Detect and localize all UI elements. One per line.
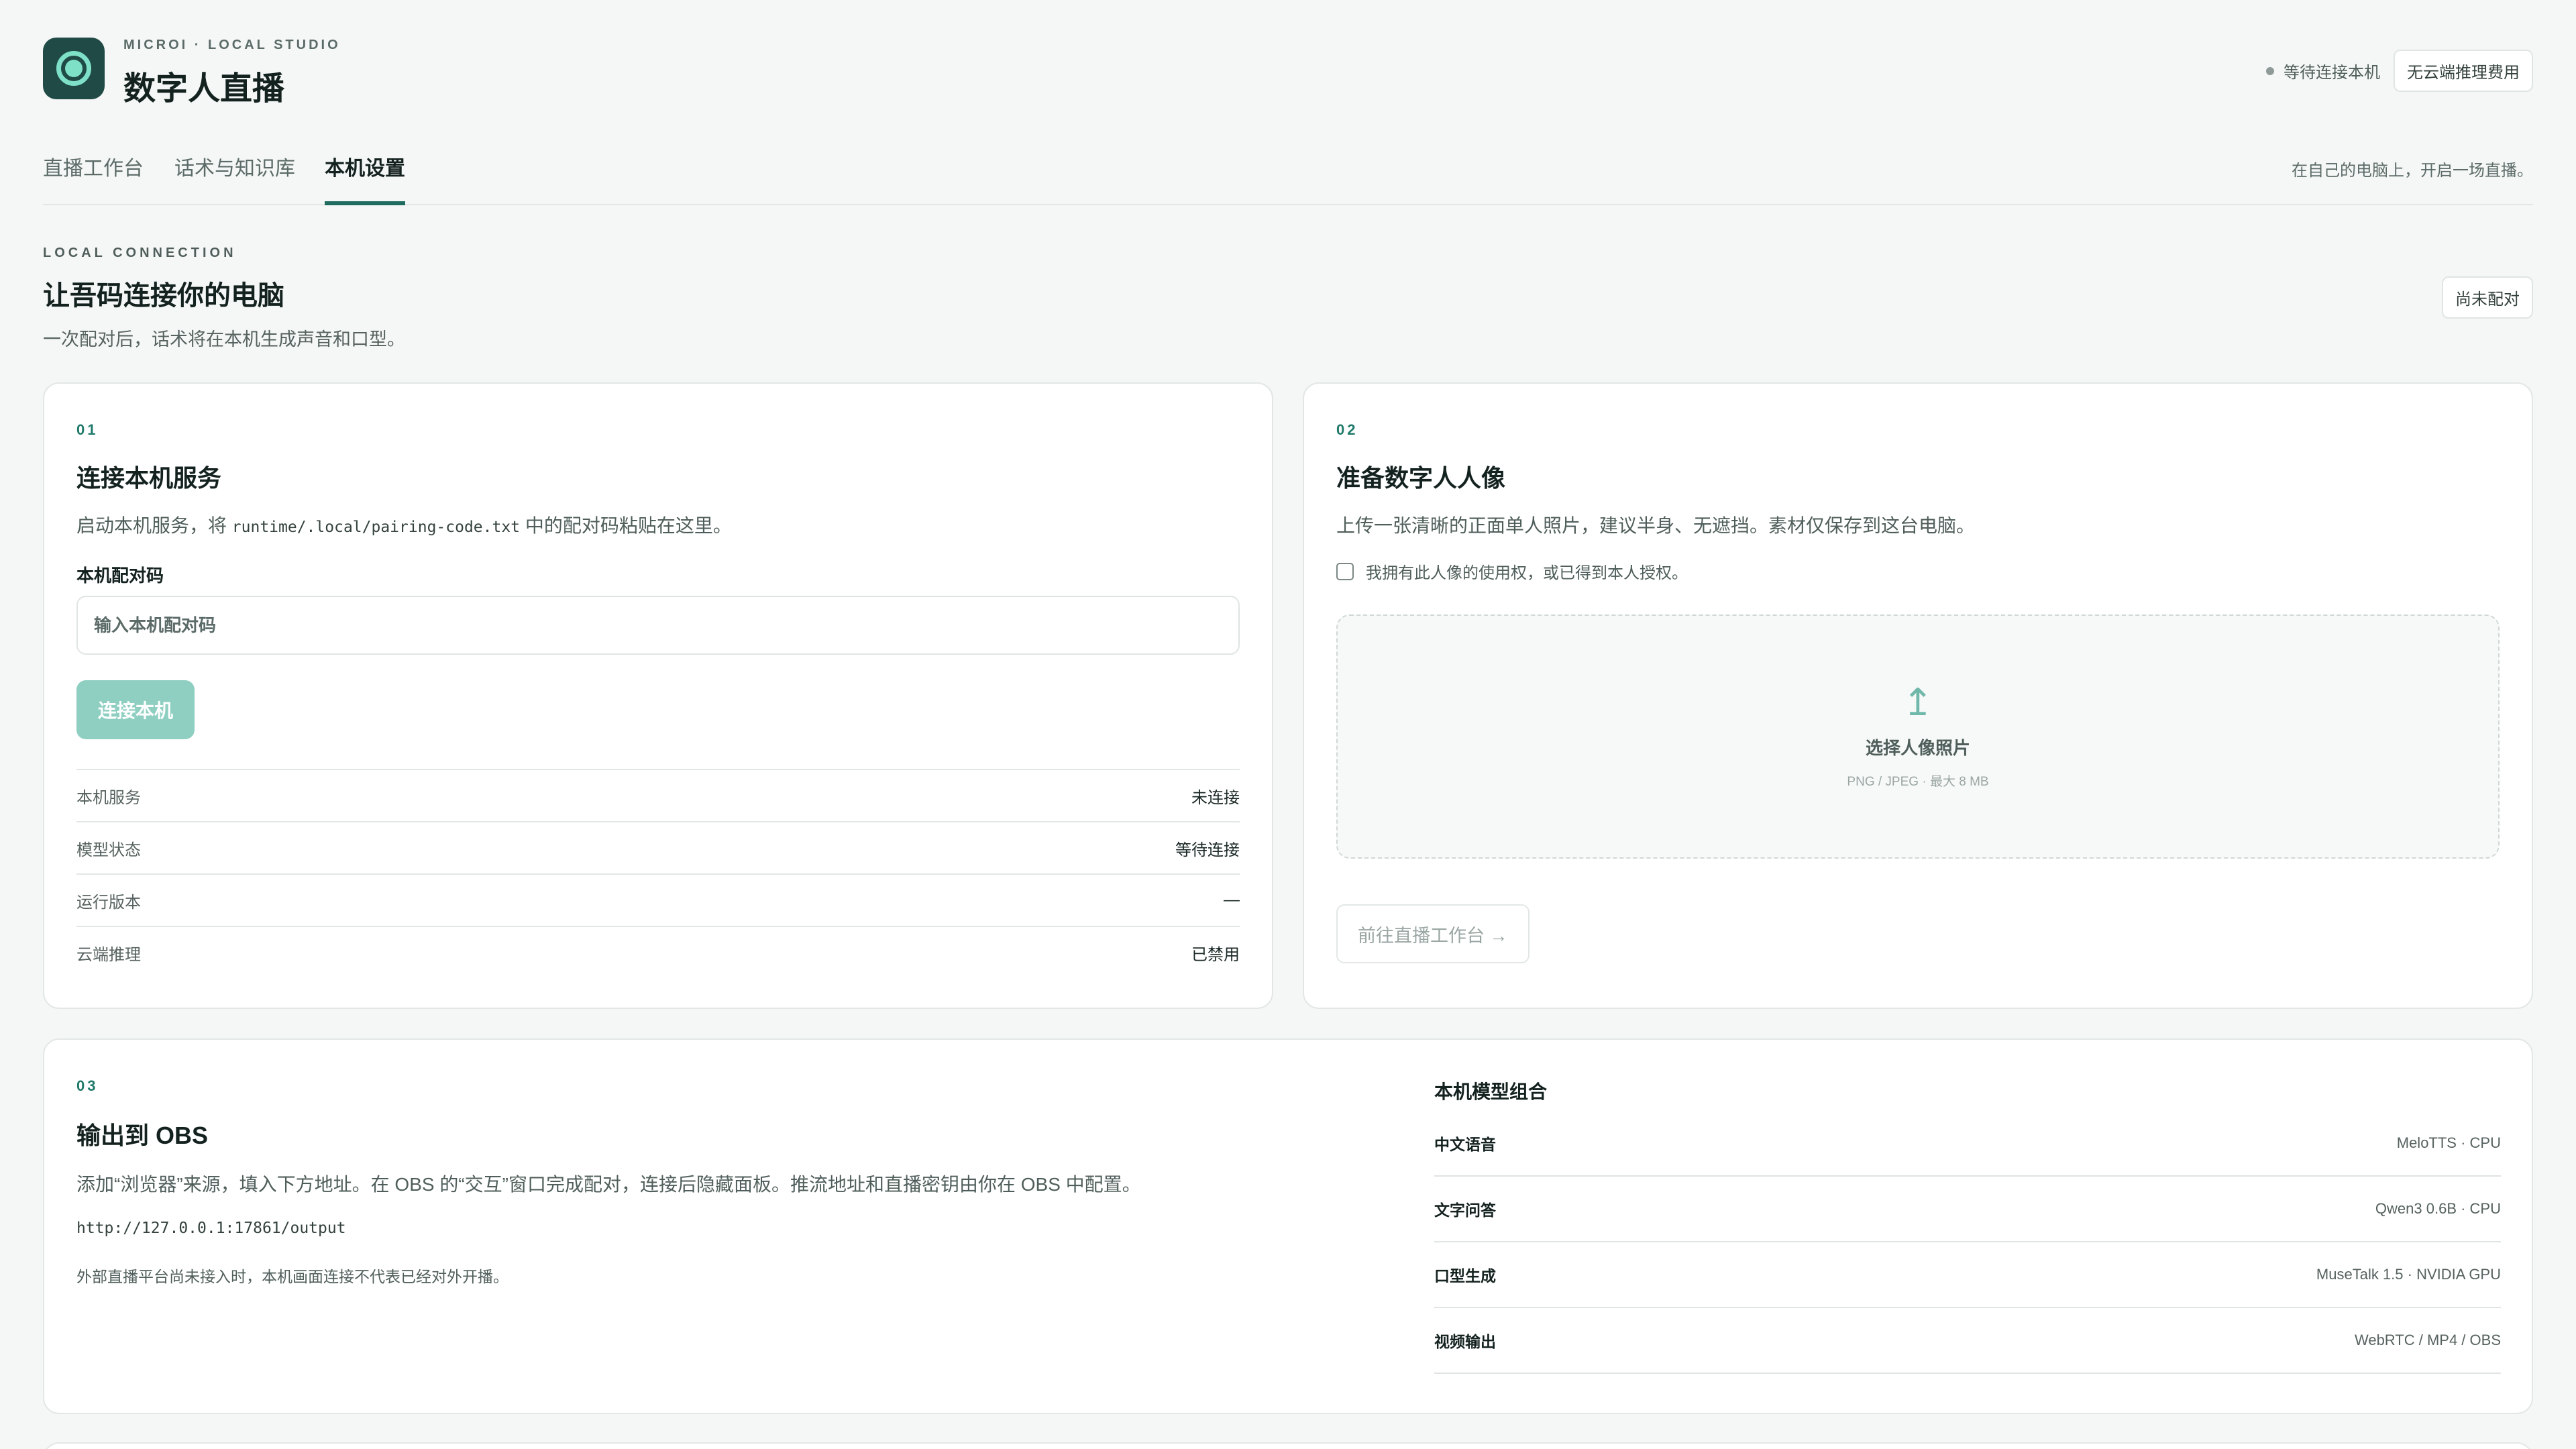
avatar-upload-dropzone[interactable]: ↥ 选择人像照片 PNG / JPEG · 最大 8 MB bbox=[1336, 614, 2500, 859]
consent-label: 我拥有此人像的使用权，或已得到本人授权。 bbox=[1366, 564, 1688, 582]
page: MICROI · LOCAL STUDIO 数字人直播 等待连接本机 无云端推理… bbox=[0, 0, 2576, 1449]
app-title: 数字人直播 bbox=[123, 71, 285, 107]
consent-checkbox[interactable] bbox=[1336, 562, 1354, 580]
main-tabs: 直播工作台 话术与知识库 本机设置 在自己的电脑上，开启一场直播。 bbox=[43, 134, 2533, 205]
broadcast-note: 外部直播平台尚未接入时，本机画面连接不代表已经对外开播。 bbox=[76, 1268, 508, 1285]
brand-subtitle: MICROI · LOCAL STUDIO bbox=[123, 38, 341, 52]
consent-row[interactable]: 我拥有此人像的使用权，或已得到本人授权。 bbox=[1336, 559, 1688, 583]
model-row: 文字问答 Qwen3 0.6B · CPU bbox=[1434, 1177, 2501, 1242]
pairing-status-badge: 尚未配对 bbox=[2442, 276, 2533, 319]
connection-status-text: 等待连接本机 bbox=[2284, 64, 2380, 82]
section-title: 让吾码连接你的电脑 bbox=[43, 281, 284, 311]
step-number: 02 bbox=[1336, 421, 1358, 438]
model-row: 中文语音 MeloTTS · CPU bbox=[1434, 1111, 2501, 1177]
tagline: 在自己的电脑上，开启一场直播。 bbox=[2292, 162, 2533, 180]
step-number: 03 bbox=[76, 1077, 99, 1094]
go-to-workbench-button[interactable]: 前往直播工作台 → bbox=[1336, 904, 1529, 963]
status-row: 云端推理 已禁用 bbox=[76, 926, 1240, 978]
prepare-avatar-card: 02 准备数字人人像 上传一张清晰的正面单人照片，建议半身、无遮挡。素材仅保存到… bbox=[1303, 382, 2533, 1009]
section-eyebrow: LOCAL CONNECTION bbox=[43, 246, 237, 260]
status-dot-icon bbox=[2266, 66, 2274, 75]
status-row: 运行版本 — bbox=[76, 873, 1240, 926]
obs-output-url[interactable]: http://127.0.0.1:17861/output bbox=[76, 1220, 346, 1237]
model-row: 视频输出 WebRTC / MP4 / OBS bbox=[1434, 1308, 2501, 1374]
upload-arrow-icon: ↥ bbox=[1902, 681, 1934, 723]
app-header: MICROI · LOCAL STUDIO 数字人直播 等待连接本机 无云端推理… bbox=[43, 38, 2533, 107]
status-row: 模型状态 等待连接 bbox=[76, 821, 1240, 873]
section-description: 一次配对后，话术将在本机生成声音和口型。 bbox=[43, 329, 405, 350]
step-number: 01 bbox=[76, 421, 99, 438]
obs-output-card: 03 输出到 OBS 添加“浏览器”来源，填入下方地址。在 OBS 的“交互”窗… bbox=[43, 1038, 2533, 1414]
tab-local-settings[interactable]: 本机设置 bbox=[325, 152, 405, 205]
pairing-code-path: runtime/.local/pairing-code.txt bbox=[231, 519, 521, 536]
model-combo-table: 中文语音 MeloTTS · CPU 文字问答 Qwen3 0.6B · CPU 口… bbox=[1434, 1111, 2501, 1374]
upload-label: 选择人像照片 bbox=[1865, 738, 1970, 758]
upload-hint: PNG / JPEG · 最大 8 MB bbox=[1847, 775, 1989, 789]
next-card-edge bbox=[43, 1442, 2533, 1449]
model-combo-title: 本机模型组合 bbox=[1434, 1081, 1548, 1102]
pairing-code-input[interactable] bbox=[76, 596, 1240, 655]
connect-local-button[interactable]: 连接本机 bbox=[76, 680, 195, 739]
pairing-code-label: 本机配对码 bbox=[76, 566, 164, 586]
card-description: 添加“浏览器”来源，填入下方地址。在 OBS 的“交互”窗口完成配对，连接后隐藏… bbox=[76, 1174, 1141, 1195]
tab-scripts-knowledge[interactable]: 话术与知识库 bbox=[174, 152, 295, 201]
connection-status: 等待连接本机 bbox=[2266, 59, 2380, 83]
header-status-area: 等待连接本机 无云端推理费用 bbox=[2266, 50, 2533, 92]
card-description: 启动本机服务，将 runtime/.local/pairing-code.txt… bbox=[76, 515, 732, 536]
tab-live-workbench[interactable]: 直播工作台 bbox=[43, 152, 144, 201]
status-row: 本机服务 未连接 bbox=[76, 769, 1240, 821]
card-title: 准备数字人人像 bbox=[1336, 464, 1506, 492]
card-title: 连接本机服务 bbox=[76, 464, 222, 492]
card-title: 输出到 OBS bbox=[76, 1122, 209, 1149]
card-description: 上传一张清晰的正面单人照片，建议半身、无遮挡。素材仅保存到这台电脑。 bbox=[1336, 515, 1976, 536]
model-row: 口型生成 MuseTalk 1.5 · NVIDIA GPU bbox=[1434, 1242, 2501, 1308]
service-status-table: 本机服务 未连接 模型状态 等待连接 运行版本 — 云端推理 已禁用 bbox=[76, 769, 1240, 978]
logo-ring-icon bbox=[56, 51, 91, 86]
app-logo bbox=[43, 38, 105, 99]
connect-local-service-card: 01 连接本机服务 启动本机服务，将 runtime/.local/pairin… bbox=[43, 382, 1273, 1009]
no-cloud-fee-badge: 无云端推理费用 bbox=[2394, 50, 2533, 92]
